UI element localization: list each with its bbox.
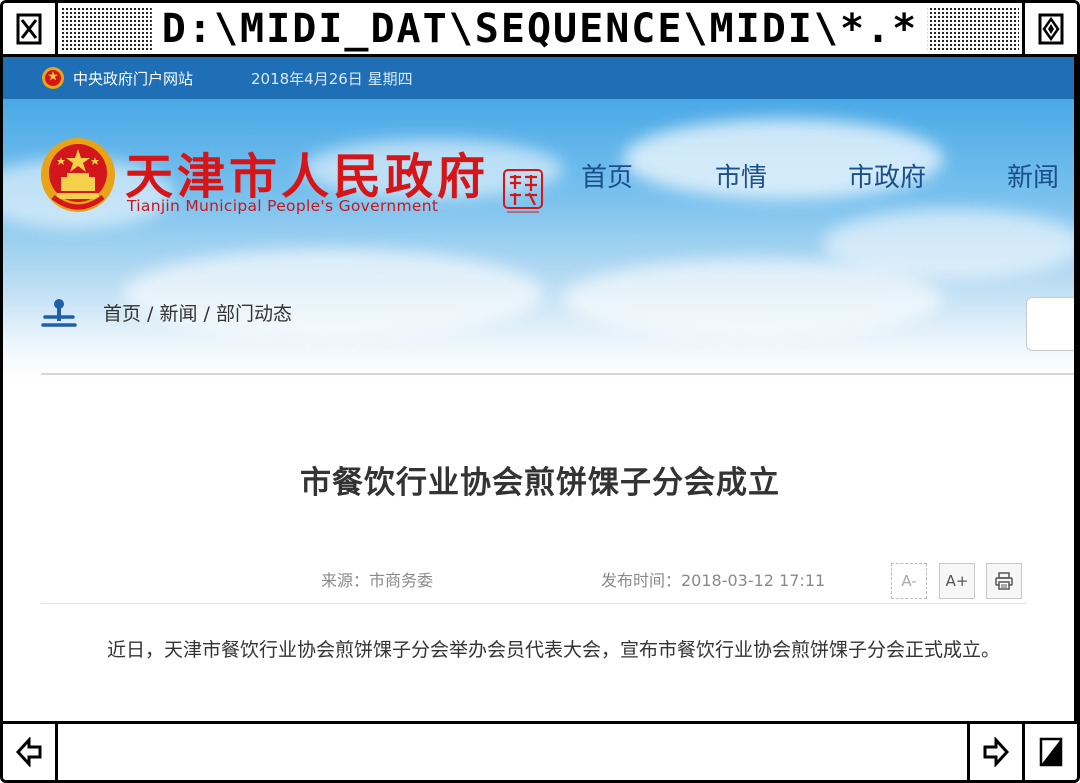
article-title: 市餐饮行业协会煎饼馃子分会成立	[300, 465, 780, 501]
font-decrease-label: A-	[901, 572, 917, 590]
scroll-left-button[interactable]	[3, 724, 58, 780]
search-input[interactable]	[1026, 297, 1074, 351]
nav-home[interactable]: 首页	[581, 157, 633, 194]
resize-grip-icon	[1039, 737, 1063, 767]
tianjin-seal-logo	[503, 169, 543, 213]
article-publish-time: 发布时间：2018-03-12 17:11	[601, 571, 826, 590]
nav-city-info[interactable]: 市情	[715, 157, 767, 194]
horizontal-scrollbar[interactable]	[3, 721, 1077, 780]
breadcrumb-home[interactable]: 首页	[103, 303, 141, 325]
article-source: 来源：市商务委	[321, 571, 434, 590]
close-box[interactable]	[3, 3, 58, 54]
browser-window: D:\MIDI_DAT\SEQUENCE\MIDI\*.* 中央政府门户网站 2…	[0, 0, 1080, 783]
font-increase-label: A+	[945, 572, 969, 590]
arrow-left-icon	[15, 737, 42, 767]
national-emblem-logo	[41, 138, 115, 212]
font-decrease-button[interactable]: A-	[891, 563, 927, 599]
article-body: 近日，天津市餐饮行业协会煎饼馃子分会举办会员代表大会，宣布市餐饮行业协会煎饼馃子…	[107, 639, 1001, 661]
breadcrumb-separator: /	[141, 303, 160, 325]
resize-handle[interactable]	[1022, 724, 1077, 780]
breadcrumb-current: 部门动态	[216, 303, 293, 325]
page-viewport: 中央政府门户网站 2018年4月26日 星期四 天津市人民政府 Tianjin …	[3, 57, 1077, 721]
window-title: D:\MIDI_DAT\SEQUENCE\MIDI\*.*	[151, 8, 929, 50]
arrow-right-icon	[983, 737, 1010, 767]
breadcrumb-separator: /	[197, 303, 216, 325]
title-bar[interactable]: D:\MIDI_DAT\SEQUENCE\MIDI\*.*	[3, 3, 1077, 57]
font-increase-button[interactable]: A+	[939, 563, 975, 599]
breadcrumb: 首页 / 新闻 / 部门动态	[103, 299, 292, 326]
print-button[interactable]	[986, 563, 1022, 599]
header-divider	[41, 373, 1074, 375]
scroll-right-button[interactable]	[967, 724, 1022, 780]
meta-divider	[41, 603, 1027, 604]
location-icon	[41, 299, 77, 327]
nav-news[interactable]: 新闻	[1007, 157, 1059, 194]
scroll-track[interactable]	[58, 724, 967, 780]
national-emblem-icon	[42, 67, 64, 89]
site-subtitle: Tianjin Municipal People's Government	[127, 197, 439, 215]
current-date: 2018年4月26日 星期四	[251, 70, 413, 88]
nav-government[interactable]: 市政府	[848, 157, 926, 194]
central-government-portal-link[interactable]: 中央政府门户网站	[73, 68, 193, 89]
zoom-box[interactable]	[1022, 3, 1077, 54]
top-bar: 中央政府门户网站 2018年4月26日 星期四	[3, 57, 1074, 99]
close-box-icon	[16, 13, 42, 44]
print-icon	[995, 572, 1013, 590]
zoom-box-icon	[1038, 13, 1064, 44]
breadcrumb-news[interactable]: 新闻	[160, 303, 198, 325]
